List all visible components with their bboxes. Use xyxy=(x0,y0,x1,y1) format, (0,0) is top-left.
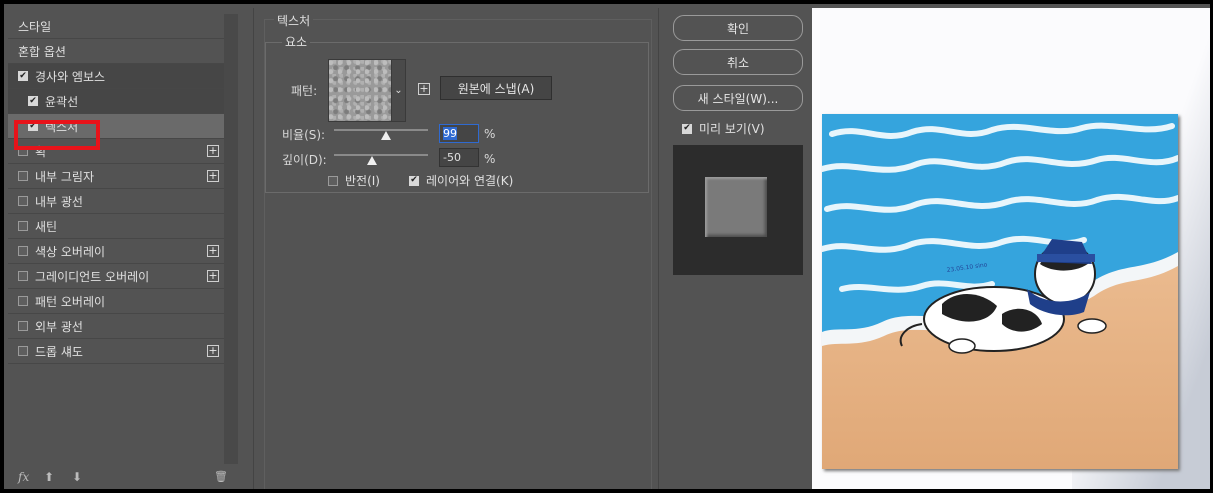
style-item-checkbox[interactable] xyxy=(18,171,28,181)
style-item-label: 새틴 xyxy=(35,219,58,234)
style-item-0[interactable]: 스타일 xyxy=(8,14,224,39)
style-item-label: 경사와 엠보스 xyxy=(35,69,106,84)
snap-to-origin-button[interactable]: 원본에 스냅(A) xyxy=(440,76,552,100)
scale-unit: % xyxy=(484,127,496,141)
style-preview xyxy=(673,145,803,275)
style-item-label: 외부 광선 xyxy=(35,319,83,334)
style-item-3[interactable]: ✔ 윤곽선 xyxy=(8,89,224,114)
scale-label: 비율(S): xyxy=(282,128,326,142)
ok-button[interactable]: 확인 xyxy=(673,15,803,41)
style-item-checkbox[interactable] xyxy=(18,321,28,331)
depth-input[interactable]: -50 xyxy=(439,148,479,167)
move-down-icon[interactable]: ⬇ xyxy=(72,470,82,484)
style-item-label: 색상 오버레이 xyxy=(35,244,106,259)
preview-tile xyxy=(705,177,767,237)
texture-section-title: 텍스처 xyxy=(274,12,314,29)
trash-icon[interactable]: 🗑 xyxy=(214,470,228,483)
chevron-down-icon: ⌄ xyxy=(394,85,403,96)
scale-input[interactable]: 99 xyxy=(439,124,479,143)
style-item-label: 스타일 xyxy=(18,19,52,34)
style-item-label: 내부 광선 xyxy=(35,194,83,209)
depth-slider-thumb[interactable] xyxy=(366,156,377,165)
style-item-13[interactable]: 드롭 섀도 + xyxy=(8,339,224,364)
style-item-checkbox[interactable]: ✔ xyxy=(18,71,28,81)
pattern-swatch[interactable] xyxy=(328,59,392,122)
link-with-layer-label: 레이어와 연결(K) xyxy=(426,174,514,188)
style-item-8[interactable]: 새틴 xyxy=(8,214,224,239)
annotation-highlight xyxy=(14,120,100,150)
add-effect-icon[interactable]: + xyxy=(207,170,219,182)
pattern-label: 패턴: xyxy=(291,84,318,98)
pattern-dropdown[interactable]: ⌄ xyxy=(391,59,406,122)
styles-scrollbar[interactable] xyxy=(224,14,238,464)
style-item-label: 내부 그림자 xyxy=(35,169,95,184)
style-item-checkbox[interactable] xyxy=(18,346,28,356)
add-effect-icon[interactable]: + xyxy=(207,145,219,157)
style-item-label: 윤곽선 xyxy=(45,94,79,109)
style-item-2[interactable]: ✔ 경사와 엠보스 xyxy=(8,64,224,89)
styles-list: 스타일 혼합 옵션 ✔ 경사와 엠보스 ✔ 윤곽선 ✔ 텍스처 획 + 내부 그림자 + 내부 광선 새틴… xyxy=(8,14,224,489)
style-item-12[interactable]: 외부 광선 xyxy=(8,314,224,339)
invert-checkbox[interactable] xyxy=(328,175,338,186)
scale-value: 99 xyxy=(443,127,457,140)
plus-icon: + xyxy=(419,82,429,95)
elements-group-title: 요소 xyxy=(282,33,311,50)
style-item-1[interactable]: 혼합 옵션 xyxy=(8,39,224,64)
style-item-6[interactable]: 내부 그림자 + xyxy=(8,164,224,189)
style-item-checkbox[interactable] xyxy=(18,196,28,206)
style-item-11[interactable]: 패턴 오버레이 xyxy=(8,289,224,314)
new-style-button[interactable]: 새 스타일(W)... xyxy=(673,85,803,111)
add-effect-icon[interactable]: + xyxy=(207,245,219,257)
style-item-label: 패턴 오버레이 xyxy=(35,294,106,309)
preview-option[interactable]: ✔ 미리 보기(V) xyxy=(682,120,765,137)
style-item-checkbox[interactable] xyxy=(18,221,28,231)
style-item-7[interactable]: 내부 광선 xyxy=(8,189,224,214)
styles-footer: fx ⬆ ⬇ 🗑 xyxy=(18,470,228,488)
fx-icon[interactable]: fx xyxy=(18,470,29,484)
style-item-checkbox[interactable] xyxy=(18,296,28,306)
style-item-checkbox[interactable] xyxy=(18,246,28,256)
add-effect-icon[interactable]: + xyxy=(207,270,219,282)
link-option[interactable]: ✔ 레이어와 연결(K) xyxy=(409,172,513,189)
new-preset-button[interactable]: + xyxy=(418,83,430,95)
style-item-label: 혼합 옵션 xyxy=(18,44,66,59)
scale-slider-thumb[interactable] xyxy=(380,131,391,140)
style-item-label: 그레이디언트 오버레이 xyxy=(35,269,150,284)
depth-slider-track[interactable] xyxy=(334,154,428,156)
cancel-button[interactable]: 취소 xyxy=(673,49,803,75)
style-item-9[interactable]: 색상 오버레이 + xyxy=(8,239,224,264)
add-effect-icon[interactable]: + xyxy=(207,345,219,357)
depth-unit: % xyxy=(484,152,496,166)
style-item-label: 드롭 섀도 xyxy=(35,344,83,359)
link-with-layer-checkbox[interactable]: ✔ xyxy=(409,175,419,186)
move-up-icon[interactable]: ⬆ xyxy=(44,470,54,484)
layer-style-dialog: 스타일 혼합 옵션 ✔ 경사와 엠보스 ✔ 윤곽선 ✔ 텍스처 획 + 내부 그림자 + 내부 광선 새틴… xyxy=(4,4,1210,489)
style-item-checkbox[interactable] xyxy=(18,271,28,281)
elements-group xyxy=(265,42,649,193)
style-item-10[interactable]: 그레이디언트 오버레이 + xyxy=(8,264,224,289)
preview-label: 미리 보기(V) xyxy=(699,122,765,136)
invert-label: 반전(I) xyxy=(345,174,380,188)
beach-cat-artwork: 23.05.10 sino xyxy=(822,114,1178,469)
document-canvas: 23.05.10 sino xyxy=(812,8,1210,489)
style-item-checkbox[interactable]: ✔ xyxy=(28,96,38,106)
texture-options-panel: 텍스처 요소 패턴: ⌄ + 원본에 스냅(A) 비율(S): 99 % 깊이(… xyxy=(253,8,659,489)
depth-label: 깊이(D): xyxy=(282,153,327,167)
preview-checkbox[interactable]: ✔ xyxy=(682,123,692,134)
invert-option[interactable]: 반전(I) xyxy=(328,172,380,189)
